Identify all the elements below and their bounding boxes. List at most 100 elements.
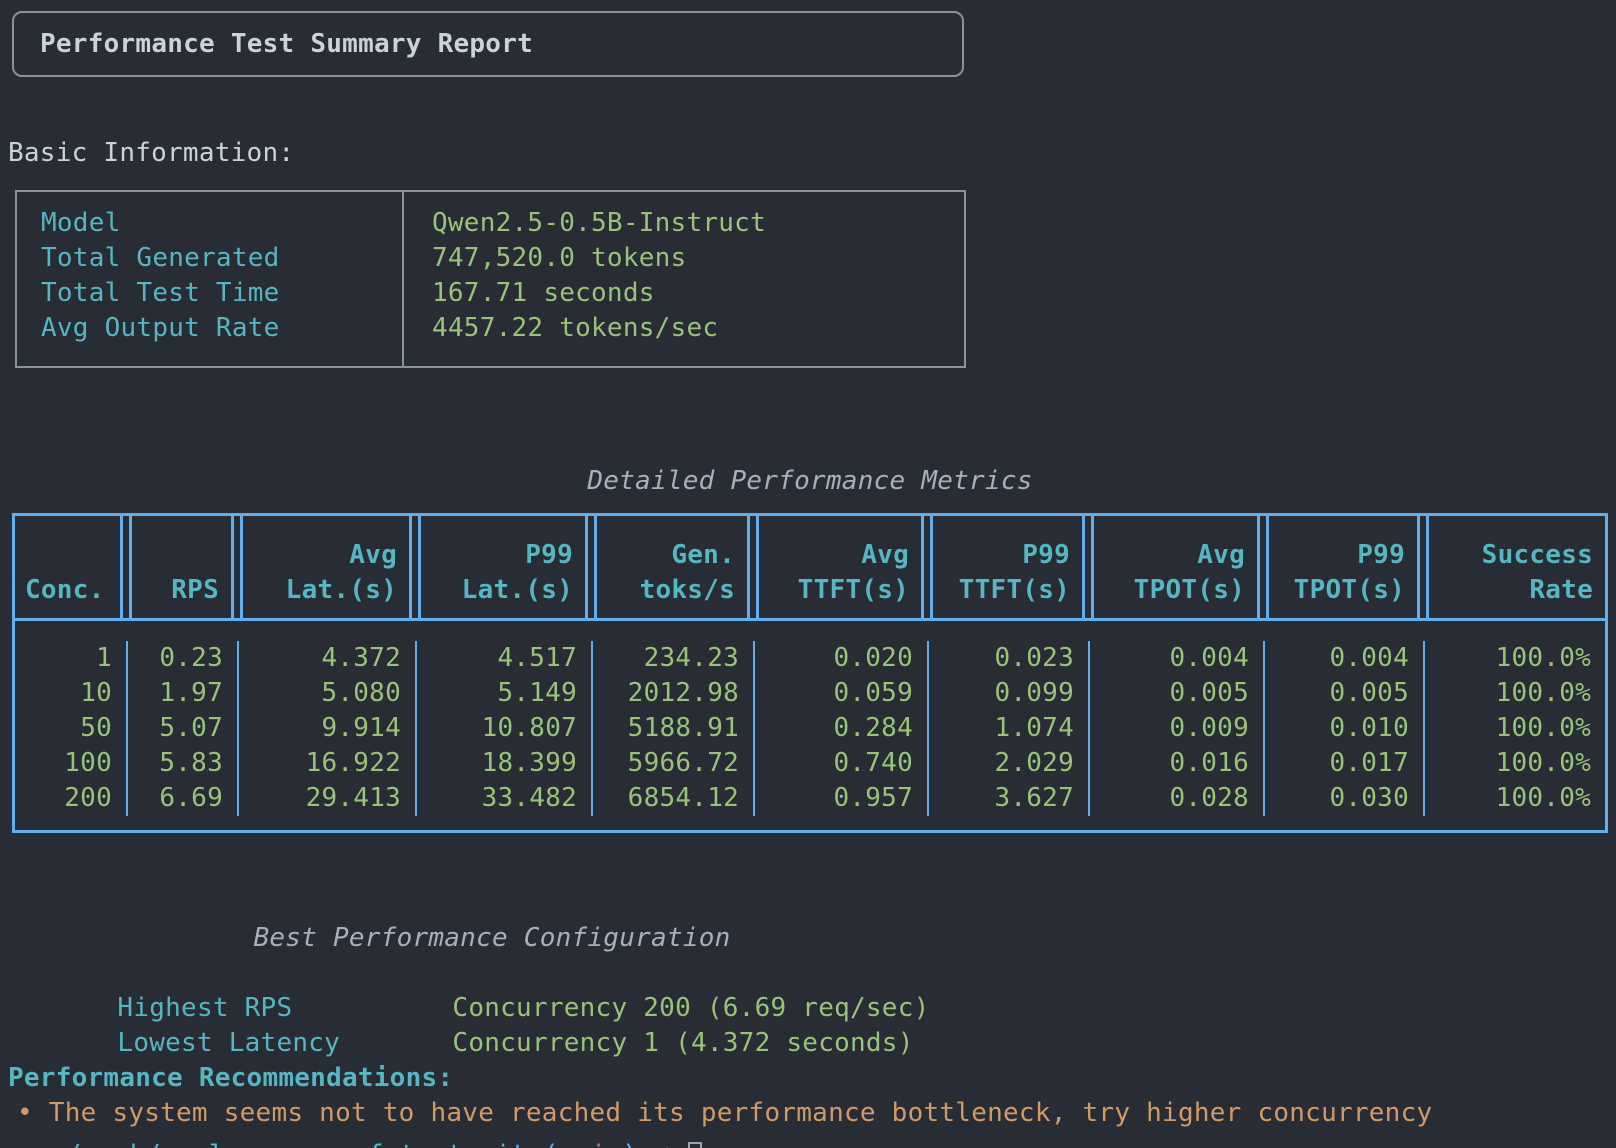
metrics-column-header-line: Avg <box>1106 538 1245 573</box>
terminal-cursor <box>688 1142 702 1148</box>
basic-info-labels: Model Total Generated Total Test Time Av… <box>41 206 280 346</box>
basic-info-label: Total Generated <box>41 241 280 276</box>
basic-info-panel: Model Total Generated Total Test Time Av… <box>15 190 966 368</box>
metrics-column-header-line: Avg <box>255 538 397 573</box>
metrics-cell: 1.97 <box>128 676 237 711</box>
metrics-column-header: P99Lat.(s) <box>418 516 588 618</box>
metrics-table-header-row: Conc.RPSAvgLat.(s)P99Lat.(s)Gen.toks/sAv… <box>15 516 1605 621</box>
metrics-cell: 9.914 <box>239 711 415 746</box>
metrics-column: 4.3725.0809.91416.92229.413 <box>237 641 415 816</box>
terminal-screen: Performance Test Summary Report Basic In… <box>0 0 1616 1148</box>
metrics-cell: 100.0% <box>1425 641 1605 676</box>
metrics-cell: 5.83 <box>128 746 237 781</box>
metrics-cell: 4.372 <box>239 641 415 676</box>
best-config-rows: Highest RPSConcurrency 200 (6.69 req/sec… <box>22 956 930 1026</box>
metrics-column-header: P99TTFT(s) <box>930 516 1085 618</box>
metrics-column-header-line: Lat.(s) <box>433 573 573 608</box>
basic-info-divider <box>402 192 404 366</box>
metrics-cell: 1 <box>15 641 126 676</box>
metrics-column-header-line: Success <box>1441 538 1593 573</box>
metrics-cell: 0.740 <box>755 746 927 781</box>
metrics-column-header-line: TPOT(s) <box>1106 573 1245 608</box>
prompt-segment: ) <box>622 1138 654 1148</box>
metrics-cell: 0.23 <box>128 641 237 676</box>
metrics-column-header: SuccessRate <box>1426 516 1605 618</box>
metrics-cell: 100.0% <box>1425 711 1605 746</box>
metrics-column: 100.0%100.0%100.0%100.0%100.0% <box>1423 641 1605 816</box>
basic-info-label: Model <box>41 206 280 241</box>
prompt-segment: ✗ <box>654 1138 686 1148</box>
metrics-cell: 0.004 <box>1265 641 1423 676</box>
metrics-cell: 29.413 <box>239 781 415 816</box>
metrics-cell: 33.482 <box>417 781 591 816</box>
metrics-column: 234.232012.985188.915966.726854.12 <box>591 641 753 816</box>
metrics-cell: 0.016 <box>1090 746 1263 781</box>
metrics-column-header: AvgTTFT(s) <box>756 516 924 618</box>
best-config-row: Highest RPSConcurrency 200 (6.69 req/sec… <box>22 956 930 991</box>
metrics-cell: 0.009 <box>1090 711 1263 746</box>
prompt-segment: ➜ <box>2 1138 18 1148</box>
basic-info-values: Qwen2.5-0.5B-Instruct 747,520.0 tokens 1… <box>432 206 766 346</box>
metrics-column: 0.0040.0050.0090.0160.028 <box>1088 641 1263 816</box>
metrics-column-header-line: TTFT(s) <box>945 573 1070 608</box>
metrics-column-header-line: Gen. <box>609 538 735 573</box>
metrics-table: Conc.RPSAvgLat.(s)P99Lat.(s)Gen.toks/sAv… <box>12 513 1608 833</box>
metrics-cell: 0.099 <box>929 676 1088 711</box>
metrics-table-body: 110501002000.231.975.075.836.694.3725.08… <box>15 621 1605 830</box>
prompt-segment: main <box>559 1138 623 1148</box>
metrics-column-header-line: P99 <box>1281 538 1405 573</box>
prompt-segment: ~/work/evalscope-perf-test <box>18 1138 479 1148</box>
metrics-cell: 100.0% <box>1425 746 1605 781</box>
metrics-cell: 5.149 <box>417 676 591 711</box>
metrics-column-header-line: toks/s <box>609 573 735 608</box>
metrics-cell: 234.23 <box>593 641 753 676</box>
metrics-table-title: Detailed Performance Metrics <box>12 464 1608 499</box>
metrics-column-header-line: P99 <box>433 538 573 573</box>
metrics-cell: 0.017 <box>1265 746 1423 781</box>
best-config-value: Concurrency 1 (4.372 seconds) <box>452 1028 913 1058</box>
metrics-column-header: RPS <box>129 516 234 618</box>
metrics-cell: 0.005 <box>1265 676 1423 711</box>
shell-prompt-line: ➜ ~/work/evalscope-perf-test git:(main) … <box>2 1138 702 1148</box>
metrics-column: 0.0200.0590.2840.7400.957 <box>753 641 927 816</box>
metrics-column: 4.5175.14910.80718.39933.482 <box>415 641 591 816</box>
metrics-cell: 0.020 <box>755 641 927 676</box>
metrics-cell: 50 <box>15 711 126 746</box>
metrics-column: 0.231.975.075.836.69 <box>126 641 237 816</box>
metrics-cell: 6.69 <box>128 781 237 816</box>
basic-info-label: Avg Output Rate <box>41 311 280 346</box>
metrics-column-header-line: P99 <box>945 538 1070 573</box>
metrics-cell: 0.010 <box>1265 711 1423 746</box>
best-config-label: Highest RPS <box>117 991 452 1026</box>
metrics-cell: 0.004 <box>1090 641 1263 676</box>
best-config-label: Lowest Latency <box>117 1026 452 1061</box>
basic-info-value: 747,520.0 tokens <box>432 241 766 276</box>
metrics-column-header-line: Conc. <box>25 573 108 608</box>
metrics-cell: 6854.12 <box>593 781 753 816</box>
metrics-cell: 16.922 <box>239 746 415 781</box>
metrics-cell: 3.627 <box>929 781 1088 816</box>
metrics-cell: 10 <box>15 676 126 711</box>
report-title-panel: Performance Test Summary Report <box>12 11 964 77</box>
basic-info-value: 167.71 seconds <box>432 276 766 311</box>
metrics-cell: 2012.98 <box>593 676 753 711</box>
metrics-column-header-line: Avg <box>771 538 909 573</box>
best-config-value: Concurrency 200 (6.69 req/sec) <box>452 993 929 1023</box>
metrics-column-header: P99TPOT(s) <box>1266 516 1420 618</box>
metrics-cell: 0.005 <box>1090 676 1263 711</box>
metrics-column-header: Gen.toks/s <box>594 516 750 618</box>
recommendations-heading: Performance Recommendations: <box>8 1061 453 1096</box>
metrics-cell: 0.030 <box>1265 781 1423 816</box>
metrics-column-header: Conc. <box>15 516 123 618</box>
recommendation-item: • The system seems not to have reached i… <box>17 1096 1432 1131</box>
metrics-cell: 5.080 <box>239 676 415 711</box>
metrics-cell: 2.029 <box>929 746 1088 781</box>
basic-info-heading: Basic Information: <box>8 136 294 171</box>
metrics-column-header: AvgTPOT(s) <box>1091 516 1260 618</box>
metrics-cell: 0.284 <box>755 711 927 746</box>
metrics-cell: 0.957 <box>755 781 927 816</box>
metrics-cell: 4.517 <box>417 641 591 676</box>
metrics-cell: 100.0% <box>1425 781 1605 816</box>
metrics-column: 0.0040.0050.0100.0170.030 <box>1263 641 1423 816</box>
best-config-title: Best Performance Configuration <box>16 921 968 956</box>
